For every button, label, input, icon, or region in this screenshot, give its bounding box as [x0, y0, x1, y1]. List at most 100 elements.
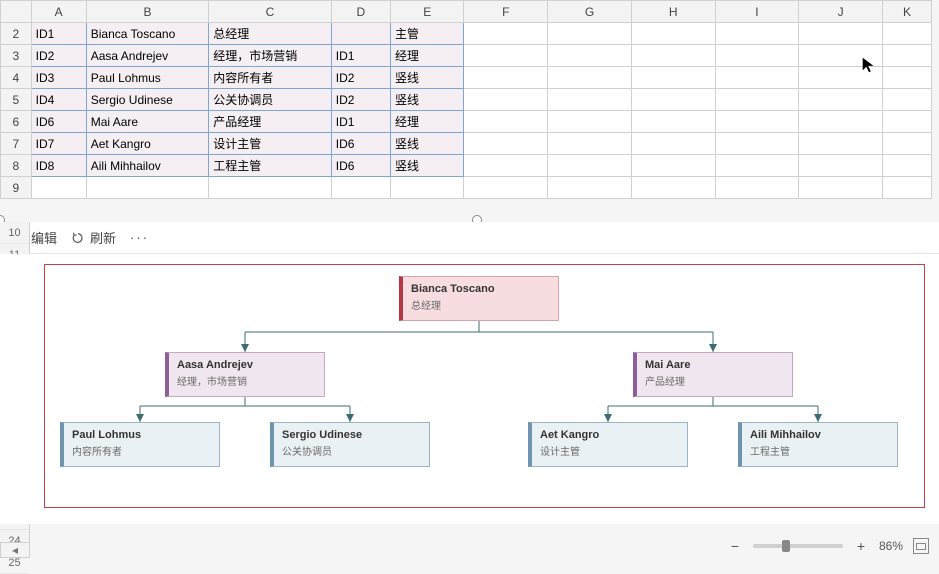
col-header[interactable]: F — [464, 1, 548, 23]
cell[interactable]: 内容所有者 — [209, 67, 332, 89]
org-node-root[interactable]: Bianca Toscano 总经理 — [399, 276, 559, 321]
scroll-left-button[interactable]: ◂ — [0, 542, 30, 558]
col-header[interactable]: E — [390, 1, 464, 23]
col-header[interactable]: A — [31, 1, 86, 23]
corner-cell[interactable] — [1, 1, 32, 23]
cell[interactable]: 经理，市场营销 — [209, 45, 332, 67]
cell[interactable] — [631, 45, 715, 67]
cell[interactable] — [882, 155, 931, 177]
org-node-leaf[interactable]: Paul Lohmus 内容所有者 — [60, 422, 220, 467]
cell[interactable] — [799, 133, 883, 155]
cell[interactable]: ID2 — [331, 89, 390, 111]
col-header[interactable]: B — [86, 1, 209, 23]
cell[interactable]: ID1 — [331, 45, 390, 67]
zoom-slider[interactable] — [753, 544, 843, 548]
cell[interactable] — [548, 67, 632, 89]
org-node-leaf[interactable]: Aet Kangro 设计主管 — [528, 422, 688, 467]
cell[interactable]: ID2 — [31, 45, 86, 67]
cell[interactable]: 公关协调员 — [209, 89, 332, 111]
cell[interactable] — [799, 89, 883, 111]
cell[interactable] — [882, 67, 931, 89]
more-button[interactable]: ··· — [130, 230, 149, 245]
org-node-manager[interactable]: Mai Aare 产品经理 — [633, 352, 793, 397]
cell[interactable]: Aili Mihhailov — [86, 155, 209, 177]
cell[interactable] — [209, 177, 332, 199]
cell[interactable] — [464, 45, 548, 67]
row-header[interactable]: 2 — [1, 23, 32, 45]
row-header[interactable]: 7 — [1, 133, 32, 155]
col-header[interactable]: J — [799, 1, 883, 23]
cell[interactable] — [882, 23, 931, 45]
cell[interactable] — [882, 111, 931, 133]
cell[interactable]: 竖线 — [390, 67, 464, 89]
cell[interactable]: ID6 — [31, 111, 86, 133]
cell[interactable] — [464, 111, 548, 133]
cell[interactable] — [548, 155, 632, 177]
data-grid[interactable]: A B C D E F G H I J K 2ID1Bianca Toscano… — [0, 0, 932, 199]
row-header[interactable]: 4 — [1, 67, 32, 89]
cell[interactable] — [631, 23, 715, 45]
cell[interactable] — [548, 133, 632, 155]
cell[interactable]: ID8 — [31, 155, 86, 177]
cell[interactable]: 设计主管 — [209, 133, 332, 155]
cell[interactable]: Aet Kangro — [86, 133, 209, 155]
cell[interactable]: ID1 — [31, 23, 86, 45]
cell[interactable] — [631, 111, 715, 133]
cell[interactable]: 总经理 — [209, 23, 332, 45]
cell[interactable] — [464, 177, 548, 199]
cell[interactable]: ID1 — [331, 111, 390, 133]
cell[interactable] — [464, 133, 548, 155]
org-node-manager[interactable]: Aasa Andrejev 经理，市场营销 — [165, 352, 325, 397]
cell[interactable] — [799, 45, 883, 67]
cell[interactable] — [715, 111, 799, 133]
cell[interactable] — [548, 177, 632, 199]
org-node-leaf[interactable]: Sergio Udinese 公关协调员 — [270, 422, 430, 467]
cell[interactable] — [631, 155, 715, 177]
col-header[interactable]: I — [715, 1, 799, 23]
col-header[interactable]: C — [209, 1, 332, 23]
cell[interactable]: 竖线 — [390, 89, 464, 111]
cell[interactable]: ID4 — [31, 89, 86, 111]
cell[interactable] — [715, 67, 799, 89]
cell[interactable]: 主管 — [390, 23, 464, 45]
cell[interactable]: ID7 — [31, 133, 86, 155]
cell[interactable] — [464, 67, 548, 89]
cell[interactable]: Bianca Toscano — [86, 23, 209, 45]
cell[interactable] — [464, 155, 548, 177]
split-handle[interactable] — [472, 215, 482, 222]
cell[interactable]: 工程主管 — [209, 155, 332, 177]
col-header[interactable]: D — [331, 1, 390, 23]
cell[interactable] — [548, 111, 632, 133]
cell[interactable] — [882, 89, 931, 111]
row-header[interactable]: 6 — [1, 111, 32, 133]
row-header[interactable]: 9 — [1, 177, 32, 199]
zoom-in-button[interactable]: + — [853, 539, 869, 553]
cell[interactable] — [631, 177, 715, 199]
cell[interactable] — [882, 45, 931, 67]
cell[interactable] — [631, 89, 715, 111]
cell[interactable] — [715, 155, 799, 177]
row-header[interactable]: 10 — [0, 222, 29, 244]
cell[interactable]: ID6 — [331, 155, 390, 177]
zoom-thumb[interactable] — [782, 540, 790, 552]
cell[interactable]: Mai Aare — [86, 111, 209, 133]
cell[interactable] — [799, 155, 883, 177]
col-header[interactable]: H — [631, 1, 715, 23]
cell[interactable] — [464, 23, 548, 45]
row-header[interactable]: 8 — [1, 155, 32, 177]
cell[interactable] — [331, 23, 390, 45]
cell[interactable] — [631, 67, 715, 89]
col-header[interactable]: G — [548, 1, 632, 23]
cell[interactable]: 竖线 — [390, 133, 464, 155]
cell[interactable] — [715, 133, 799, 155]
cell[interactable]: ID2 — [331, 67, 390, 89]
org-chart-canvas[interactable]: Bianca Toscano 总经理 Aasa Andrejev 经理，市场营销… — [0, 254, 939, 524]
cell[interactable] — [799, 111, 883, 133]
cell[interactable] — [86, 177, 209, 199]
row-header[interactable]: 3 — [1, 45, 32, 67]
cell[interactable] — [631, 133, 715, 155]
cell[interactable] — [464, 89, 548, 111]
cell[interactable]: Sergio Udinese — [86, 89, 209, 111]
cell[interactable] — [799, 177, 883, 199]
cell[interactable] — [715, 23, 799, 45]
